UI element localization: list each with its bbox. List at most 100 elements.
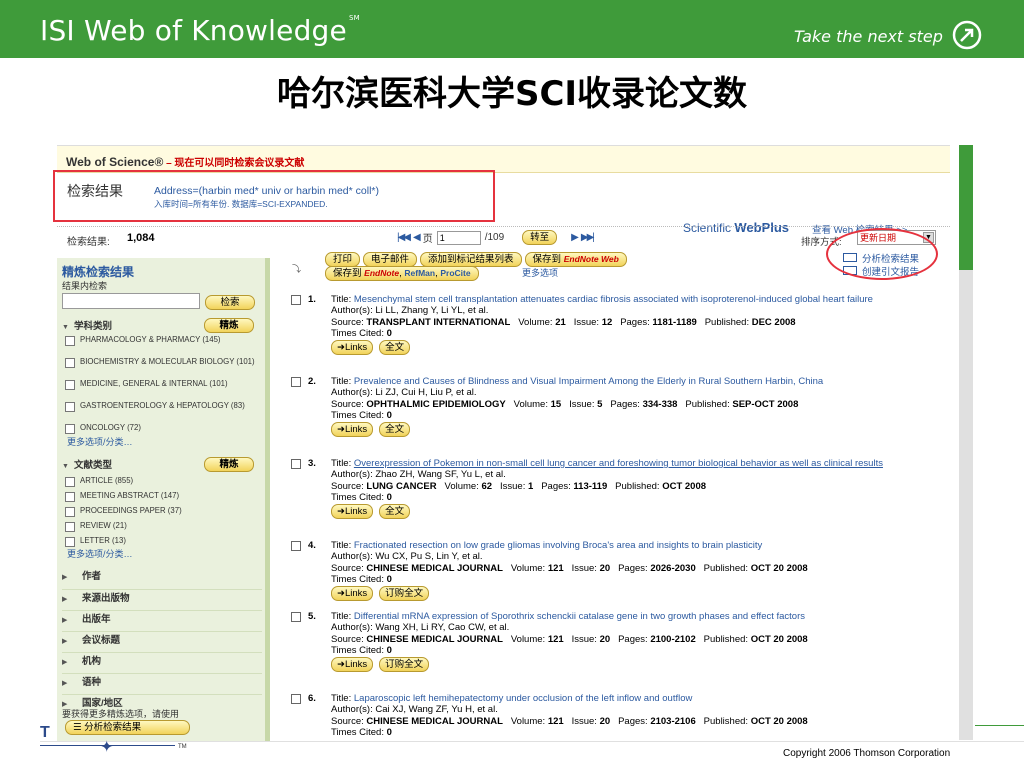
record-title-link[interactable]: Differential mRNA expression of Sporothr… bbox=[354, 611, 805, 622]
facet-source[interactable]: ▶ 来源出版物 bbox=[62, 589, 262, 604]
triangle-right-icon: ▶ bbox=[62, 596, 68, 603]
last-page-icon[interactable]: ▶▶| bbox=[581, 232, 595, 243]
page-total: /109 bbox=[484, 232, 505, 243]
checkbox[interactable] bbox=[65, 522, 75, 532]
wos-title: Web of Science® – 现在可以同时检索会议录文献 bbox=[66, 155, 305, 169]
facet-doctype-head[interactable]: ▼ 文献类型 精炼 bbox=[62, 457, 262, 472]
facet-language[interactable]: ▶ 语种 bbox=[62, 673, 262, 688]
facet-year[interactable]: ▶ 出版年 bbox=[62, 610, 262, 625]
record-checkbox[interactable] bbox=[291, 541, 301, 551]
facet-conference[interactable]: ▶ 会议标题 bbox=[62, 631, 262, 646]
query-highlight-box bbox=[53, 170, 495, 222]
within-search-button[interactable]: 检索 bbox=[205, 295, 255, 310]
sidebar-analyze-button[interactable]: ☰ 分析检索结果 bbox=[65, 720, 190, 735]
checkbox[interactable] bbox=[65, 336, 75, 346]
fulltext-button[interactable]: 全文 bbox=[379, 422, 411, 438]
copyright: Copyright 2006 Thomson Corporation bbox=[783, 748, 951, 759]
facet-item[interactable]: GASTROENTEROLOGY & HEPATOLOGY (83) bbox=[65, 401, 255, 412]
refine-title: 精炼检索结果 bbox=[62, 265, 135, 279]
pager: |◀◀ ◀ 页 /109 转至 ▶ ▶▶| bbox=[397, 230, 595, 245]
select-arrow-icon: ⤵ bbox=[292, 264, 302, 274]
star-icon: ✦ bbox=[100, 739, 114, 756]
fulltext-button[interactable]: 全文 bbox=[379, 504, 411, 520]
facet-item[interactable]: MEETING ABSTRACT (147) bbox=[65, 491, 255, 502]
facet-item[interactable]: BIOCHEMISTRY & MOLECULAR BIOLOGY (101) bbox=[65, 357, 255, 368]
page-label: 页 bbox=[422, 234, 433, 245]
facet-item[interactable]: PHARMACOLOGY & PHARMACY (145) bbox=[65, 335, 255, 346]
page-input[interactable] bbox=[436, 230, 481, 245]
analyze-highlight-circle bbox=[826, 228, 938, 280]
fulltext-button[interactable]: 全文 bbox=[379, 340, 411, 356]
order-fulltext-button[interactable]: 订购全文 bbox=[379, 586, 430, 602]
facet-item[interactable]: ONCOLOGY (72) bbox=[65, 423, 255, 434]
facet-item[interactable]: REVIEW (21) bbox=[65, 521, 255, 532]
triangle-right-icon: ▶ bbox=[62, 574, 68, 581]
record-title-link[interactable]: Overexpression of Pokemon in non-small c… bbox=[354, 458, 883, 469]
facet-item[interactable]: LETTER (13) bbox=[65, 536, 255, 547]
within-label: 结果内检索 bbox=[62, 281, 108, 291]
triangle-right-icon: ▶ bbox=[62, 680, 68, 687]
record-checkbox[interactable] bbox=[291, 295, 301, 305]
facet-item[interactable]: PROCEEDINGS PAPER (37) bbox=[65, 506, 255, 517]
links-button[interactable]: ➜Links bbox=[331, 657, 374, 673]
wos-screenshot: Web of Science® – 现在可以同时检索会议录文献 检索结果 Add… bbox=[57, 145, 950, 742]
record-title-link[interactable]: Laparoscopic left hemihepatectomy under … bbox=[354, 693, 693, 704]
next-page-icon[interactable]: ▶ bbox=[571, 232, 579, 243]
checkbox[interactable] bbox=[65, 402, 75, 412]
triangle-down-icon: ▼ bbox=[62, 324, 69, 331]
count-value: 1,084 bbox=[127, 232, 155, 244]
print-button[interactable]: 打印 bbox=[325, 252, 361, 267]
checkbox[interactable] bbox=[65, 537, 75, 547]
facet-institution[interactable]: ▶ 机构 bbox=[62, 652, 262, 667]
checkbox[interactable] bbox=[65, 477, 75, 487]
save-desktop-button[interactable]: 保存到 EndNote, RefMan, ProCite bbox=[325, 266, 479, 281]
record-checkbox[interactable] bbox=[291, 694, 301, 704]
use-analysis-text: 要获得更多精炼选项，请使用 bbox=[62, 709, 180, 719]
add-marked-button[interactable]: 添加到标记结果列表 bbox=[420, 252, 522, 267]
links-button[interactable]: ➜Links bbox=[331, 586, 374, 602]
checkbox[interactable] bbox=[65, 507, 75, 517]
record-checkbox[interactable] bbox=[291, 459, 301, 469]
record-checkbox[interactable] bbox=[291, 612, 301, 622]
checkbox[interactable] bbox=[65, 492, 75, 502]
wos-header: Web of Science® – 现在可以同时检索会议录文献 bbox=[57, 146, 950, 173]
footer-green-line bbox=[975, 725, 1024, 726]
brand-logo: ISI Web of Knowledge SM bbox=[40, 14, 360, 47]
checkbox[interactable] bbox=[65, 380, 75, 390]
order-fulltext-button[interactable]: 订购全文 bbox=[379, 657, 430, 673]
first-page-icon[interactable]: |◀◀ bbox=[397, 232, 411, 243]
links-button[interactable]: ➜Links bbox=[331, 422, 374, 438]
more-doctypes-link[interactable]: 更多选项/分类… bbox=[67, 547, 133, 560]
refine-subject-button[interactable]: 精炼 bbox=[204, 318, 254, 333]
within-search-input[interactable] bbox=[62, 293, 200, 309]
count-label: 检索结果: bbox=[67, 237, 110, 248]
links-button[interactable]: ➜Links bbox=[331, 504, 374, 520]
email-button[interactable]: 电子邮件 bbox=[363, 252, 418, 267]
record-title-link[interactable]: Prevalence and Causes of Blindness and V… bbox=[354, 376, 823, 387]
refine-doctype-button[interactable]: 精炼 bbox=[204, 457, 254, 472]
slide: { "banner": { "brand": "ISI Web of Knowl… bbox=[0, 0, 1024, 768]
facet-item[interactable]: ARTICLE (855) bbox=[65, 476, 255, 487]
footer-logo-letter: T bbox=[40, 724, 50, 741]
checkbox[interactable] bbox=[65, 424, 75, 434]
prev-page-icon[interactable]: ◀ bbox=[413, 232, 421, 243]
refine-sidebar: 精炼检索结果 结果内检索 检索 ▼ 学科类别 精炼 PHARMACOLOGY & … bbox=[57, 258, 270, 742]
record-title-link[interactable]: Mesenchymal stem cell transplantation at… bbox=[354, 294, 873, 305]
go-button[interactable]: 转至 bbox=[522, 230, 558, 245]
more-options-link[interactable]: 更多选项 bbox=[522, 266, 558, 279]
checkbox[interactable] bbox=[65, 358, 75, 368]
links-button[interactable]: ➜Links bbox=[331, 340, 374, 356]
record-checkbox[interactable] bbox=[291, 377, 301, 387]
slide-title: 哈尔滨医科大学SCI收录论文数 bbox=[276, 74, 748, 114]
record-title-link[interactable]: Fractionated resection on low grade glio… bbox=[354, 540, 762, 551]
facet-author[interactable]: ▶ 作者 bbox=[62, 568, 262, 582]
more-subjects-link[interactable]: 更多选项/分类… bbox=[67, 435, 133, 448]
facet-country[interactable]: ▶ 国家/地区 bbox=[62, 694, 262, 709]
triangle-right-icon: ▶ bbox=[62, 617, 68, 624]
facet-subject-head[interactable]: ▼ 学科类别 精炼 bbox=[62, 318, 262, 333]
facet-item[interactable]: MEDICINE, GENERAL & INTERNAL (101) bbox=[65, 379, 255, 390]
action-buttons: 打印 电子邮件 添加到标记结果列表 保存到 EndNote Web 保存到 En… bbox=[325, 252, 705, 281]
top-banner: ISI Web of Knowledge SM Take the next ste… bbox=[0, 0, 1024, 58]
save-endnote-web-button[interactable]: 保存到 EndNote Web bbox=[524, 252, 627, 267]
arrow-circle-icon bbox=[952, 20, 982, 50]
